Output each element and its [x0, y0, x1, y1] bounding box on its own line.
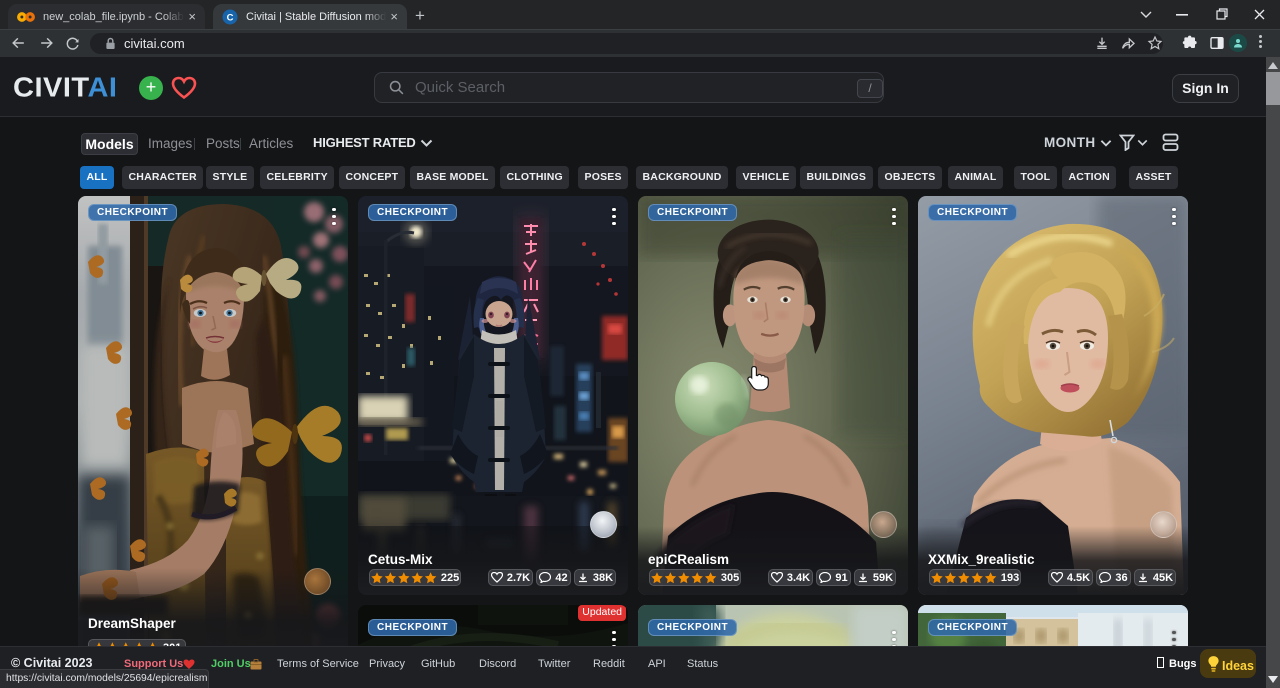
svg-text:C: C	[227, 12, 234, 23]
